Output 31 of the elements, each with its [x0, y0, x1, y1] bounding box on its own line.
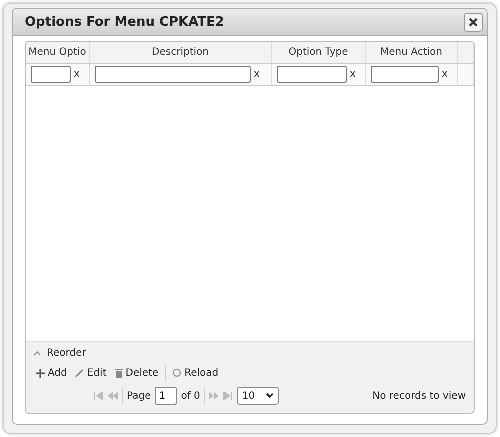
close-button[interactable]: [464, 12, 483, 32]
close-icon: [469, 18, 478, 26]
clear-filter-button[interactable]: x: [74, 69, 80, 80]
filter-field[interactable]: [31, 66, 71, 83]
clear-filter-button[interactable]: x: [254, 69, 260, 80]
reorder-button[interactable]: Reorder: [45, 348, 88, 359]
column-header[interactable]: Menu Action: [380, 47, 442, 58]
page-size-select[interactable]: 10: [237, 387, 280, 405]
toolbar-button[interactable]: Delete: [112, 368, 161, 378]
filter-field[interactable]: [95, 66, 251, 83]
records-status: No records to view: [372, 390, 466, 402]
column-header[interactable]: Menu Optio: [28, 47, 86, 58]
page-field[interactable]: 1: [155, 387, 178, 405]
plus-icon: [36, 368, 45, 378]
column-header[interactable]: Option Type: [288, 47, 348, 58]
toolbar-button[interactable]: Edit: [73, 368, 109, 378]
filter-field[interactable]: [277, 66, 347, 83]
chevron-down-icon: [266, 393, 274, 399]
page-count: of 0: [181, 390, 200, 402]
pencil-icon: [75, 368, 84, 378]
caret-icon: [34, 351, 41, 356]
clear-filter-button[interactable]: x: [442, 69, 448, 80]
toolbar-button[interactable]: Reload: [170, 368, 221, 378]
trash-icon: [114, 368, 123, 378]
dialog-title: Options For Menu CPKATE2: [25, 14, 224, 30]
filter-field[interactable]: [371, 66, 439, 83]
clear-filter-button[interactable]: x: [350, 69, 356, 80]
page-label: Page: [127, 390, 152, 402]
toolbar-button[interactable]: Add: [34, 368, 70, 378]
reload-icon: [172, 368, 182, 378]
column-header[interactable]: Description: [152, 47, 209, 58]
